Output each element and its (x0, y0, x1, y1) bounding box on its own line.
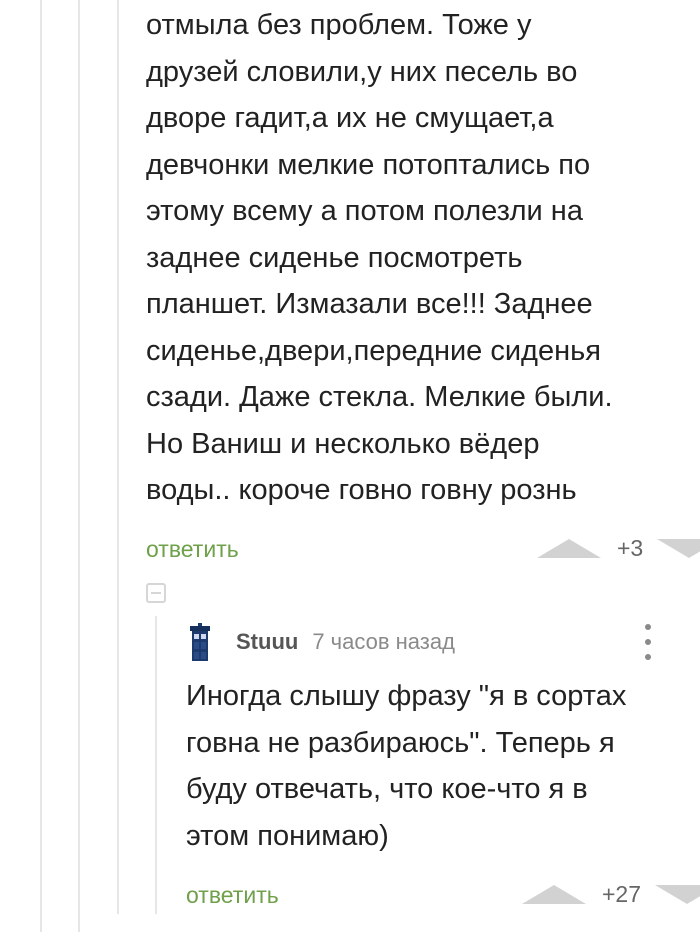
thread-line-outer-2 (78, 0, 80, 932)
comment-line: Иногда слышу фразу "я в сортах (186, 680, 627, 712)
comment-body: Иногда слышу фразу "я в сортах говна не … (186, 673, 626, 859)
comment-score: +3 (617, 534, 644, 561)
comment-line: заднее сиденье посмотреть (146, 241, 523, 274)
upvote-arrow-icon[interactable] (537, 538, 601, 558)
police-box-icon (190, 623, 210, 661)
reply-button[interactable]: ответить (186, 882, 279, 909)
comment-body: отмыла без проблем. Тоже у друзей словил… (146, 2, 613, 514)
comment-score: +27 (602, 880, 642, 907)
comment-line: этому всему а потом полезли на (146, 195, 583, 227)
comment-line: воды.. короче говно говну рознь (146, 474, 577, 506)
comment-line: сиденье,двери,передние сиденья (146, 334, 601, 367)
thread-line-outer-3 (117, 0, 119, 914)
comment-timestamp: 7 часов назад (312, 629, 455, 654)
thread-line-outer-1 (40, 0, 42, 932)
more-options-icon[interactable] (641, 624, 655, 660)
comment-line: девчонки мелкие потоптались по (146, 148, 591, 181)
thread-line-reply[interactable] (155, 616, 157, 914)
downvote-arrow-icon[interactable] (655, 884, 700, 904)
vote-controls: +3 (537, 532, 700, 564)
upvote-arrow-icon[interactable] (522, 884, 586, 904)
comment-line: сзади. Даже стекла. Мелкие были. (146, 381, 613, 413)
avatar[interactable] (188, 623, 212, 661)
comment-line: планшет. Измазали все!!! Заднее (146, 288, 593, 320)
comment-header: Stuuu 7 часов назад (188, 622, 455, 662)
comment-line: этом понимаю) (186, 819, 389, 852)
comment-line: буду отвечать, что кое-что я в (186, 773, 588, 805)
comment-line: друзей словили,у них песель во (146, 55, 578, 88)
collapse-thread-button[interactable] (146, 583, 166, 603)
reply-button[interactable]: ответить (146, 536, 239, 563)
downvote-arrow-icon[interactable] (657, 538, 700, 558)
comment-line: говна не разбираюсь". Теперь я (186, 726, 615, 759)
comment-line: отмыла без проблем. Тоже у (146, 9, 532, 41)
vote-controls: +27 (522, 878, 700, 910)
comment-line: дворе гадит,а их не смущает,а (146, 102, 554, 134)
comment-author[interactable]: Stuuu (236, 629, 298, 655)
comment-line: Но Ваниш и несколько вёдер (146, 427, 540, 460)
